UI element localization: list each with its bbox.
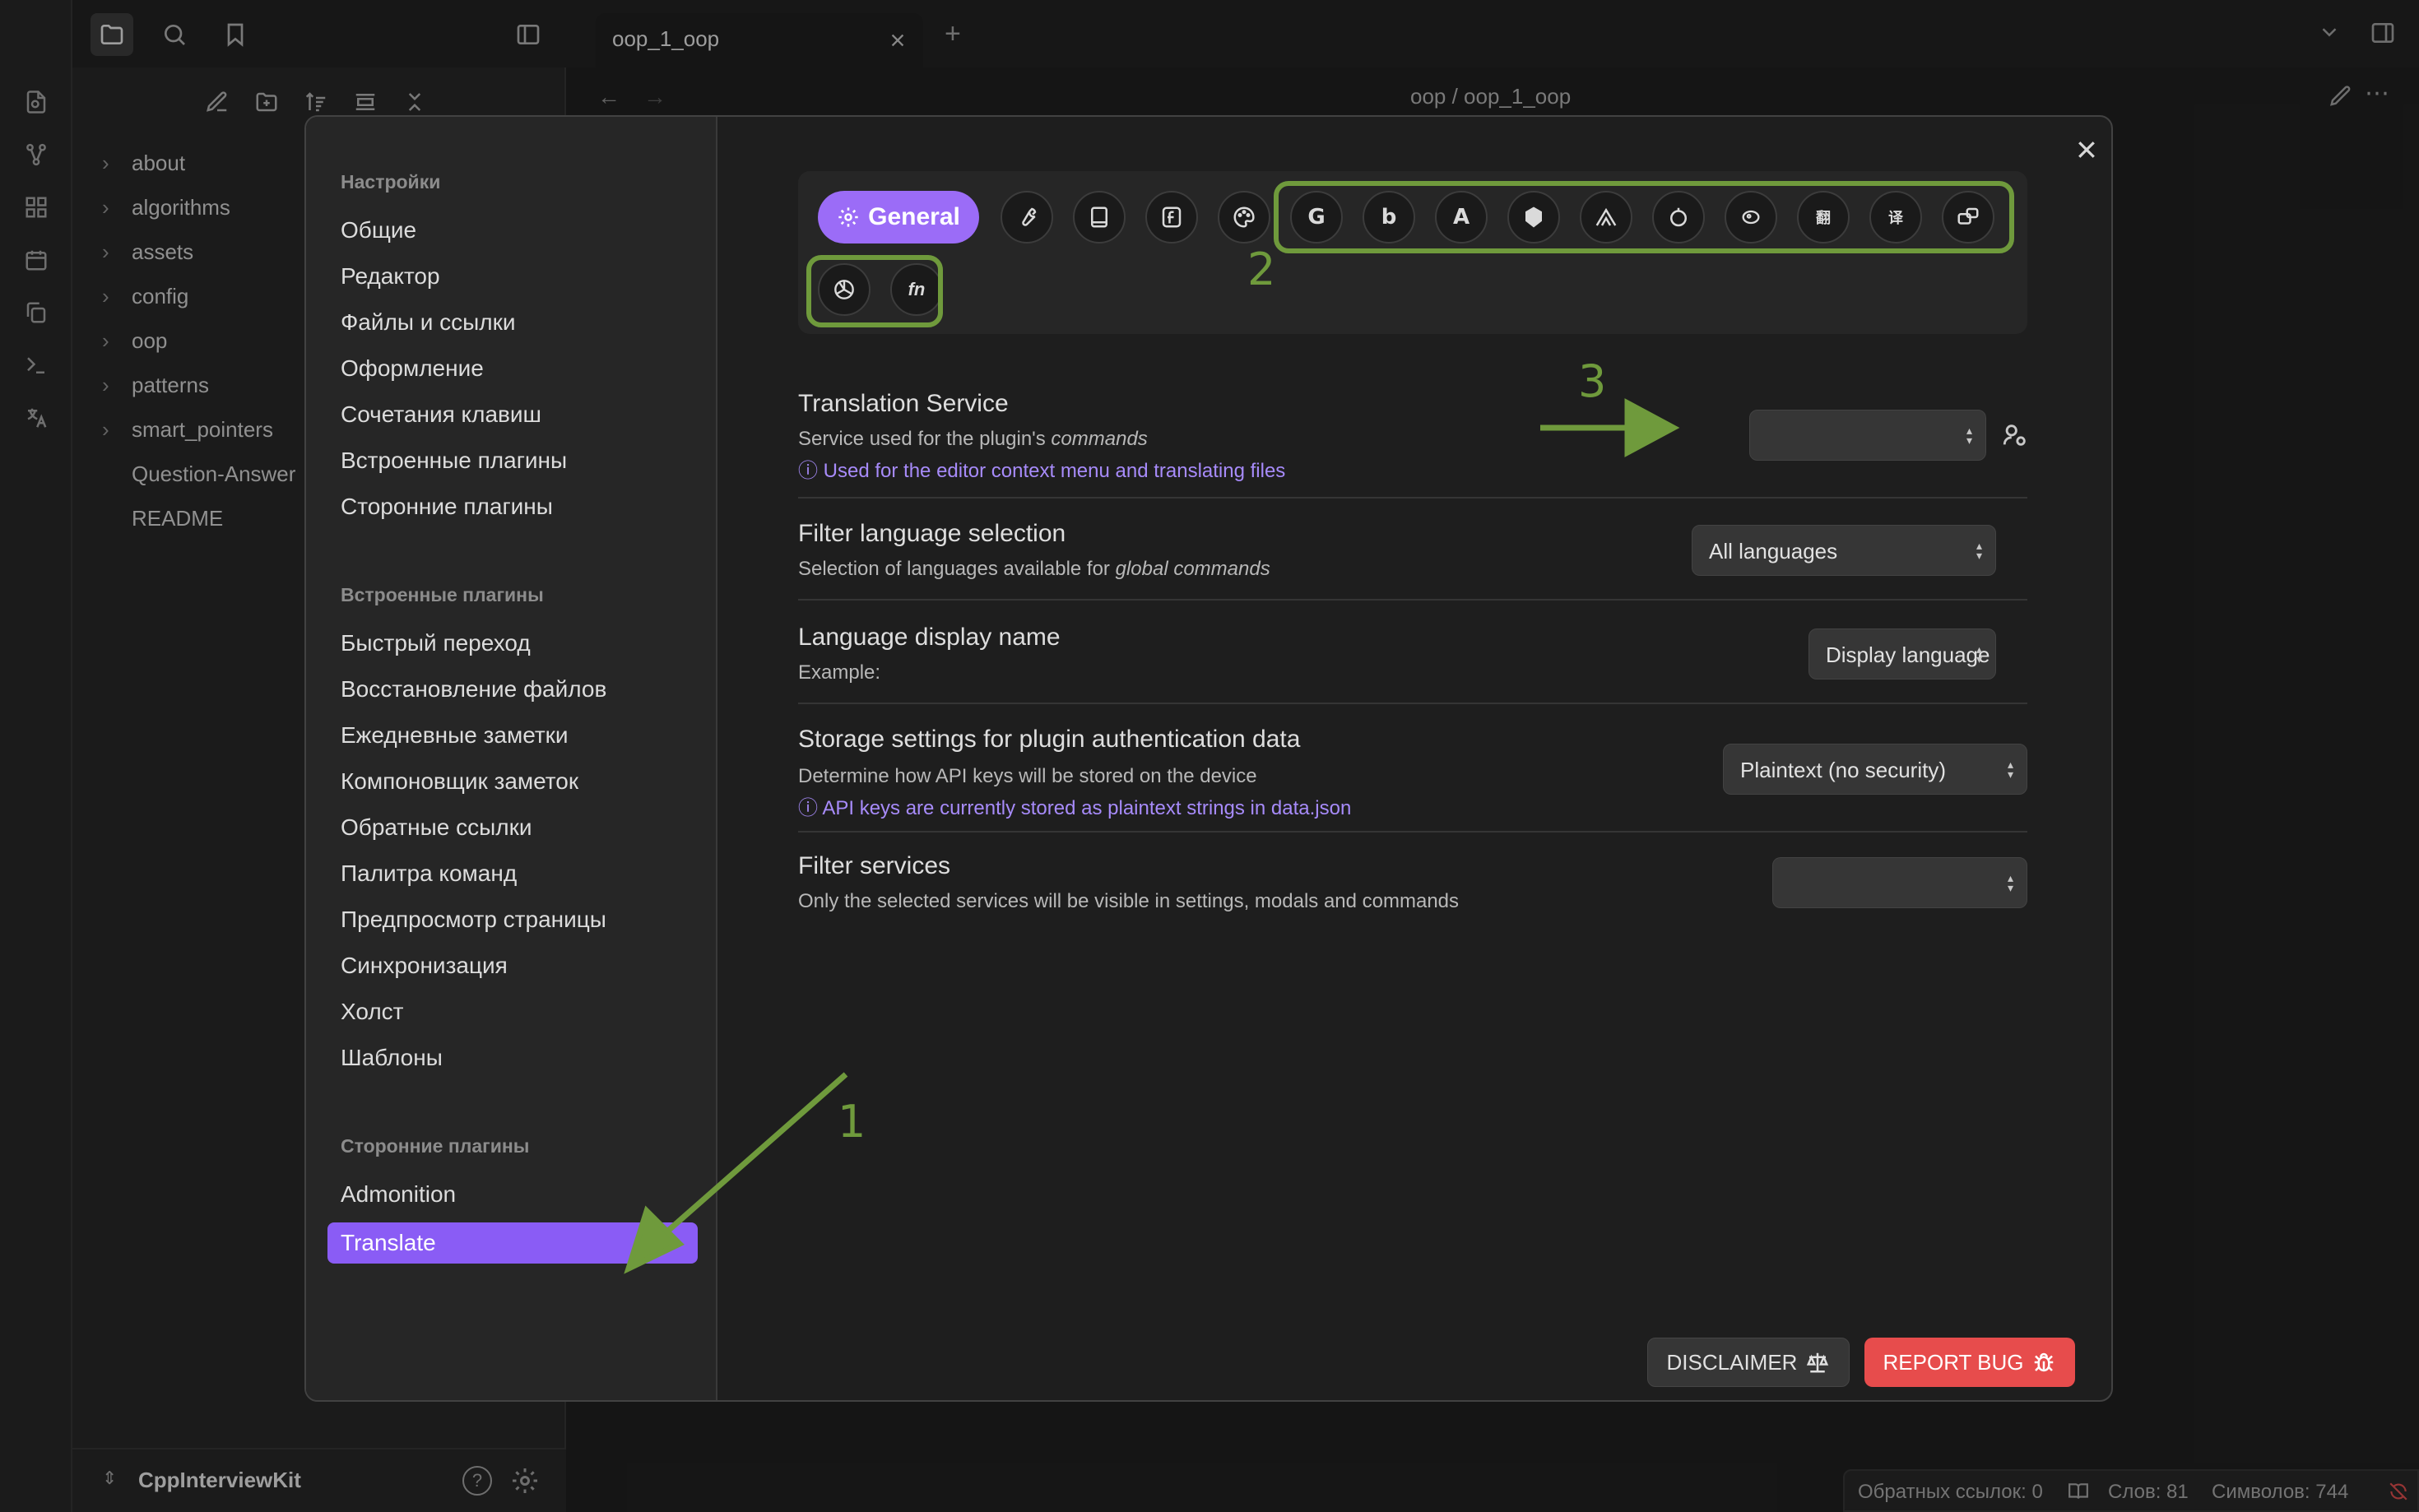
setting-filter-services: Filter services Only the selected servic… (798, 831, 2027, 938)
settings-modal: Настройки Общие Редактор Файлы и ссылки … (304, 115, 2113, 1402)
setting-name: Language display name (798, 624, 1061, 651)
setting-translation-service: Translation Service Service used for the… (798, 383, 2027, 484)
setting-note: ⓘ API keys are currently stored as plain… (798, 797, 1352, 819)
scale-icon (1805, 1350, 1830, 1375)
setting-storage: Storage settings for plugin authenticati… (798, 703, 2027, 831)
bug-icon (2031, 1350, 2056, 1375)
setting-name: Filter language selection (798, 520, 1066, 547)
setting-name: Translation Service (798, 390, 1009, 417)
setting-desc: Example: (798, 661, 881, 684)
setting-name: Storage settings for plugin authenticati… (798, 726, 1301, 753)
setting-desc: Service used for the plugin's commands (798, 428, 1148, 450)
translation-service-select[interactable]: ▴ ▾ (1749, 410, 1986, 461)
setting-display-name: Language display name Example: Display l… (798, 599, 2027, 703)
setting-note: ⓘ Used for the editor context menu and t… (798, 460, 1286, 482)
annotation-arrow-1-shaft (666, 1072, 848, 1233)
setting-name: Filter services (798, 852, 951, 879)
setting-desc: Only the selected services will be visib… (798, 890, 1460, 912)
user-settings-icon[interactable] (2001, 421, 2029, 449)
annotation-arrow-1-head (624, 1205, 685, 1274)
report-bug-button[interactable]: REPORT BUG (1864, 1338, 2075, 1387)
setting-desc: Selection of languages available for glo… (798, 558, 1270, 580)
filter-services-select[interactable]: ▴ ▾ (1772, 857, 2027, 908)
setting-desc: Determine how API keys will be stored on… (798, 765, 1257, 787)
select-caret-icon: ▴ ▾ (2007, 758, 2013, 781)
select-caret-icon: ▴ ▾ (1966, 424, 1972, 447)
filter-language-select[interactable]: All languages ▴ ▾ (1692, 525, 1996, 576)
display-name-select[interactable]: Display language ▴ ▾ (1808, 628, 1996, 679)
select-caret-icon: ▴ ▾ (1976, 539, 1982, 562)
storage-select[interactable]: Plaintext (no security) ▴ ▾ (1723, 744, 2027, 795)
setting-filter-language: Filter language selection Selection of l… (798, 497, 2027, 599)
select-caret-icon: ▴ ▾ (2007, 871, 2013, 894)
disclaimer-button[interactable]: DISCLAIMER (1647, 1338, 1850, 1387)
select-caret-icon: ▴ ▾ (1976, 642, 1982, 666)
